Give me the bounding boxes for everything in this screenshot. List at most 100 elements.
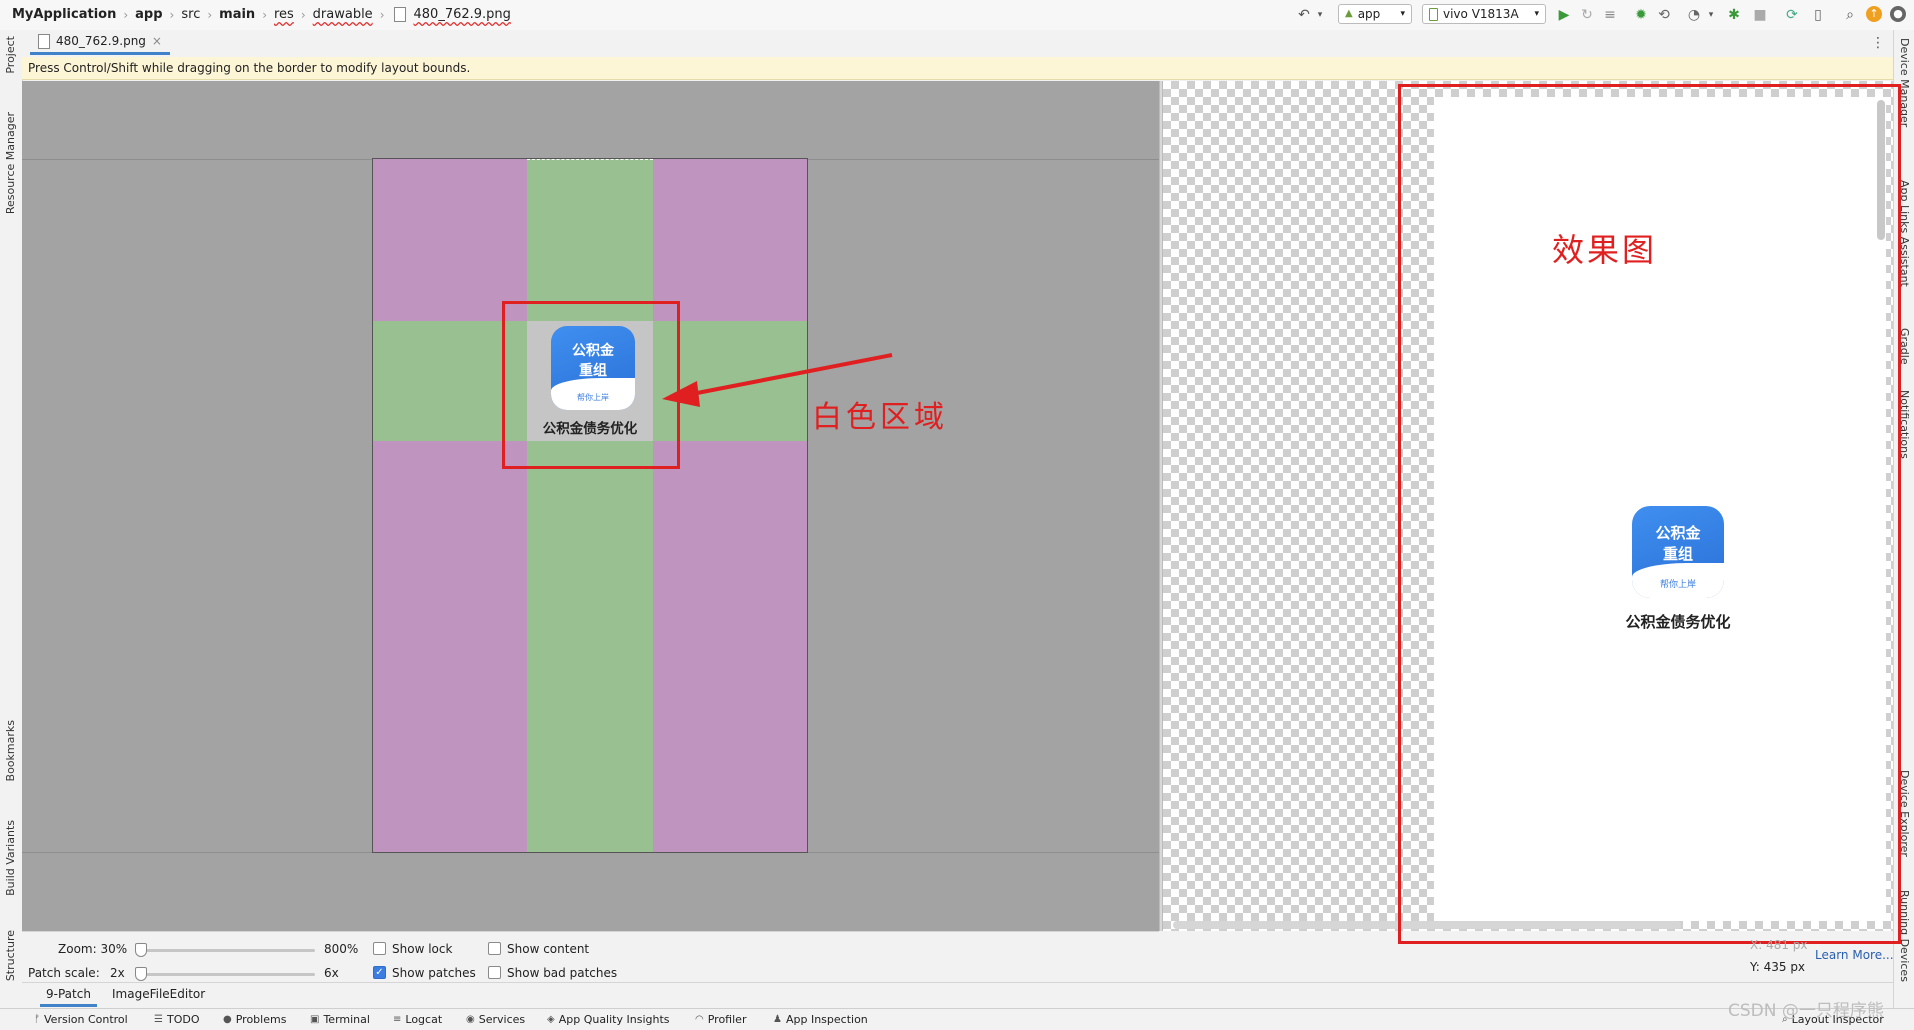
chevron-right-icon: ›: [207, 7, 213, 22]
breadcrumb-src[interactable]: src: [179, 7, 202, 22]
device-select[interactable]: vivo V1813A ▾: [1422, 4, 1546, 24]
terminal-icon: ▣: [310, 1014, 320, 1025]
insights-icon: ◈: [547, 1014, 555, 1025]
logo-text-line1: 公积金: [572, 343, 614, 359]
hint-banner-text: Press Control/Shift while dragging on th…: [28, 61, 471, 75]
inspection-icon: ♟: [773, 1014, 782, 1025]
more-options-icon[interactable]: ⋮: [1871, 35, 1885, 51]
chevron-down-icon[interactable]: ▾: [1312, 7, 1328, 23]
editor-tab-row: 480_762.9.png × ⋮: [22, 30, 1893, 58]
tab-image-file-editor[interactable]: ImageFileEditor: [106, 987, 211, 1004]
show-bad-patches-checkbox[interactable]: [488, 966, 501, 979]
run-config-select[interactable]: ▲ app ▾: [1338, 4, 1412, 24]
tool-problems[interactable]: ● Problems: [223, 1013, 286, 1026]
zoom-label: Zoom: 30%: [58, 942, 128, 956]
chevron-down-icon[interactable]: ▾: [1703, 7, 1719, 23]
image-file-icon: [38, 33, 50, 49]
tool-version-control[interactable]: ᚠ Version Control: [34, 1013, 128, 1026]
chevron-right-icon: ›: [169, 7, 175, 22]
show-lock-checkbox[interactable]: [373, 942, 386, 955]
tool-resource-manager[interactable]: Resource Manager: [4, 112, 17, 214]
logcat-icon: ≡: [393, 1014, 402, 1025]
tool-structure[interactable]: Structure: [4, 930, 17, 981]
show-patches-checkbox[interactable]: ✓: [373, 966, 386, 979]
show-bad-patches-label[interactable]: Show bad patches: [507, 966, 617, 980]
tool-build-variants[interactable]: Build Variants: [4, 820, 17, 896]
tool-todo[interactable]: ☰ TODO: [154, 1013, 199, 1026]
logo-tagline: 帮你上岸: [577, 393, 609, 402]
patch-scale-max-label: 6x: [324, 966, 339, 980]
stop-icon[interactable]: ■: [1752, 7, 1768, 23]
breadcrumb-main[interactable]: main: [217, 7, 257, 22]
run-config-label: app: [1357, 7, 1381, 21]
show-lock-label[interactable]: Show lock: [392, 942, 452, 956]
account-icon[interactable]: ●: [1890, 6, 1906, 22]
info-icon: ●: [223, 1014, 232, 1025]
tool-logcat-label: Logcat: [405, 1013, 443, 1026]
search-icon[interactable]: ⌕: [1842, 7, 1858, 23]
profile-icon[interactable]: ⟲: [1656, 7, 1672, 23]
breadcrumb-file[interactable]: 480_762.9.png: [412, 7, 513, 22]
close-icon[interactable]: ×: [152, 34, 162, 48]
tool-app-inspection[interactable]: ♟ App Inspection: [773, 1013, 868, 1026]
breadcrumb-module[interactable]: app: [133, 7, 164, 22]
show-content-checkbox[interactable]: [488, 942, 501, 955]
rerun-icon[interactable]: ↻: [1579, 7, 1595, 23]
ninepatch-controls: Zoom: 30% 800% Patch scale: 2x 6x Show l…: [22, 931, 1159, 987]
attach-icon[interactable]: ✱: [1726, 7, 1742, 23]
pointer-x: X: 481 px: [1750, 938, 1808, 952]
run-icon[interactable]: ▶: [1556, 7, 1572, 23]
logo-text-line2: 重组: [579, 363, 607, 379]
tab-9-patch[interactable]: 9-Patch: [40, 987, 97, 1007]
tool-terminal[interactable]: ▣ Terminal: [310, 1013, 370, 1026]
show-patches-label[interactable]: Show patches: [392, 966, 476, 980]
learn-more-link[interactable]: Learn More...: [1815, 948, 1894, 962]
gauge-icon: ◠: [695, 1014, 704, 1025]
patch-scale-slider[interactable]: [135, 967, 315, 981]
tool-app-quality-insights-label: App Quality Insights: [558, 1013, 670, 1026]
left-tool-strip: Project Resource Manager Bookmarks Build…: [0, 30, 23, 1008]
breadcrumb-drawable[interactable]: drawable: [311, 7, 375, 22]
phone-icon: [1429, 7, 1438, 21]
image-file-icon: [393, 7, 406, 22]
ninepatch-editor-canvas[interactable]: 公积金 重组 帮你上岸 公积金债务优化: [22, 81, 1159, 931]
chevron-right-icon: ›: [123, 7, 129, 22]
breadcrumb-project[interactable]: MyApplication: [10, 7, 118, 22]
tool-profiler-label: Profiler: [707, 1013, 747, 1026]
zoom-slider-thumb[interactable]: [135, 943, 147, 957]
android-icon: ▲: [1345, 8, 1353, 19]
device-manager-icon[interactable]: ▯: [1810, 7, 1826, 23]
device-label: vivo V1813A: [1443, 7, 1519, 21]
tool-logcat[interactable]: ≡ Logcat: [393, 1013, 442, 1026]
sync-gradle-icon[interactable]: ⟳: [1784, 7, 1800, 23]
tool-app-quality-insights[interactable]: ◈ App Quality Insights: [547, 1013, 670, 1026]
hammer-back-icon[interactable]: ↶: [1296, 7, 1312, 23]
show-content-label[interactable]: Show content: [507, 942, 589, 956]
branch-icon: ᚠ: [34, 1014, 40, 1025]
services-icon: ◉: [466, 1014, 475, 1025]
patch-scale-slider-thumb[interactable]: [135, 967, 147, 981]
chevron-right-icon: ›: [262, 7, 267, 22]
tool-todo-label: TODO: [166, 1013, 200, 1026]
tool-bookmarks[interactable]: Bookmarks: [4, 720, 17, 781]
breadcrumb: MyApplication › app › src › main › res ›…: [10, 7, 513, 22]
tool-problems-label: Problems: [235, 1013, 287, 1026]
preview-logo-tagline: 帮你上岸: [1659, 580, 1696, 590]
breadcrumb-res[interactable]: res: [272, 7, 296, 22]
attach-debugger-icon[interactable]: ◔: [1686, 7, 1702, 23]
editor-subtabs: 9-Patch ImageFileEditor: [22, 982, 1893, 1009]
editor-tab-file[interactable]: 480_762.9.png ×: [30, 30, 170, 55]
tool-services-label: Services: [478, 1013, 526, 1026]
tool-profiler[interactable]: ◠ Profiler: [695, 1013, 746, 1026]
editor-tab-label: 480_762.9.png: [56, 34, 146, 48]
annotation-label-white-area: 白色区域: [812, 400, 948, 435]
chevron-down-icon: ▾: [1534, 9, 1539, 19]
patch-scale-label: Patch scale:: [28, 966, 100, 980]
chevron-right-icon: ›: [379, 7, 385, 22]
debug-icon[interactable]: ✹: [1633, 7, 1649, 23]
zoom-slider[interactable]: [135, 943, 315, 957]
tool-project[interactable]: Project: [4, 36, 17, 74]
apply-changes-icon[interactable]: ≡: [1602, 7, 1618, 23]
tool-services[interactable]: ◉ Services: [466, 1013, 525, 1026]
update-icon[interactable]: ↑: [1866, 6, 1882, 22]
